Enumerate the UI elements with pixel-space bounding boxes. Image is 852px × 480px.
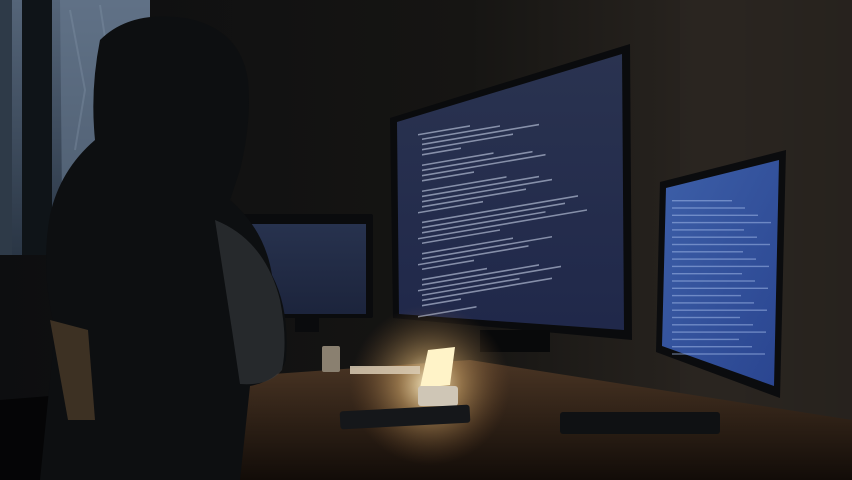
screen-line xyxy=(672,302,754,304)
screen-line xyxy=(672,229,744,231)
screen-line xyxy=(672,280,755,282)
screen-line xyxy=(672,331,766,333)
screen-line xyxy=(672,324,753,326)
screen-line xyxy=(672,346,752,348)
room-scene xyxy=(0,0,852,480)
screen-line xyxy=(672,287,768,289)
screen-line xyxy=(672,353,765,355)
screen-line xyxy=(672,200,732,202)
keyboard-right xyxy=(560,412,720,434)
screen-line xyxy=(672,207,745,209)
screen-line xyxy=(672,236,757,238)
screen-line xyxy=(672,214,758,216)
screen-line xyxy=(672,265,769,268)
screen-line xyxy=(672,251,743,253)
screen-line xyxy=(672,243,770,246)
screen-line xyxy=(672,273,742,275)
screen-line xyxy=(672,294,741,297)
screen-line xyxy=(672,338,739,341)
screen-line xyxy=(672,221,771,224)
screen-line xyxy=(672,309,767,311)
screen-line xyxy=(672,258,756,260)
screen-line xyxy=(672,316,740,319)
cup xyxy=(322,346,340,372)
